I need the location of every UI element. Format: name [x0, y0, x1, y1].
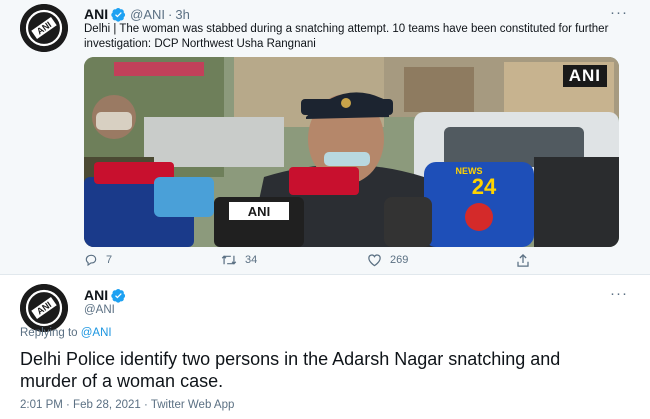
- like-count: 269: [390, 254, 409, 266]
- ani-avatar[interactable]: ANI: [20, 284, 68, 332]
- svg-text:NEWS: NEWS: [456, 166, 483, 176]
- tweet-time[interactable]: 3h: [175, 7, 189, 22]
- more-options-icon[interactable]: ···: [610, 285, 628, 302]
- media-watermark: ANI: [562, 65, 607, 87]
- retweet-action[interactable]: 34: [221, 253, 257, 267]
- heart-icon[interactable]: [367, 253, 382, 267]
- reply-action[interactable]: 7: [84, 253, 112, 267]
- tweet-header: ANI @ANI · 3h: [84, 6, 190, 22]
- svg-text:24: 24: [472, 174, 497, 199]
- tweet-media-image[interactable]: ANI 24 NEWS ANI: [84, 57, 619, 247]
- tweet-parent[interactable]: ANI ANI @ANI · 3h ··· Delhi | The woman …: [0, 0, 650, 274]
- author-handle[interactable]: @ANI: [130, 7, 165, 22]
- share-action[interactable]: [516, 253, 530, 268]
- author-handle[interactable]: @ANI: [84, 304, 115, 316]
- reply-count: 7: [106, 254, 113, 266]
- separator-dot: ·: [168, 6, 173, 22]
- retweet-icon[interactable]: [221, 253, 237, 267]
- tweet-divider: [0, 274, 650, 275]
- tweet-text: Delhi Police identify two persons in the…: [20, 349, 561, 391]
- replying-prefix: Replying to: [20, 327, 81, 339]
- author-name-row: ANI: [84, 287, 130, 303]
- author-name[interactable]: ANI: [84, 287, 108, 303]
- more-options-icon[interactable]: ···: [610, 4, 628, 21]
- reply-icon[interactable]: [84, 253, 98, 267]
- ani-avatar[interactable]: ANI: [20, 4, 68, 52]
- svg-text:ANI: ANI: [248, 204, 270, 219]
- verified-badge-icon: [111, 288, 126, 303]
- share-icon[interactable]: [516, 253, 530, 268]
- verified-badge-icon: [111, 7, 126, 22]
- author-name[interactable]: ANI: [84, 6, 108, 22]
- replying-to-link[interactable]: @ANI: [81, 327, 112, 339]
- replying-to: Replying to @ANI: [20, 327, 112, 339]
- retweet-count: 34: [245, 254, 258, 266]
- tweet-text: Delhi | The woman was stabbed during a s…: [84, 23, 609, 50]
- like-action[interactable]: 269: [367, 253, 408, 267]
- tweet-timestamp[interactable]: 2:01 PM · Feb 28, 2021 · Twitter Web App: [20, 399, 234, 411]
- tweet-actions: 7 34 269: [84, 253, 544, 269]
